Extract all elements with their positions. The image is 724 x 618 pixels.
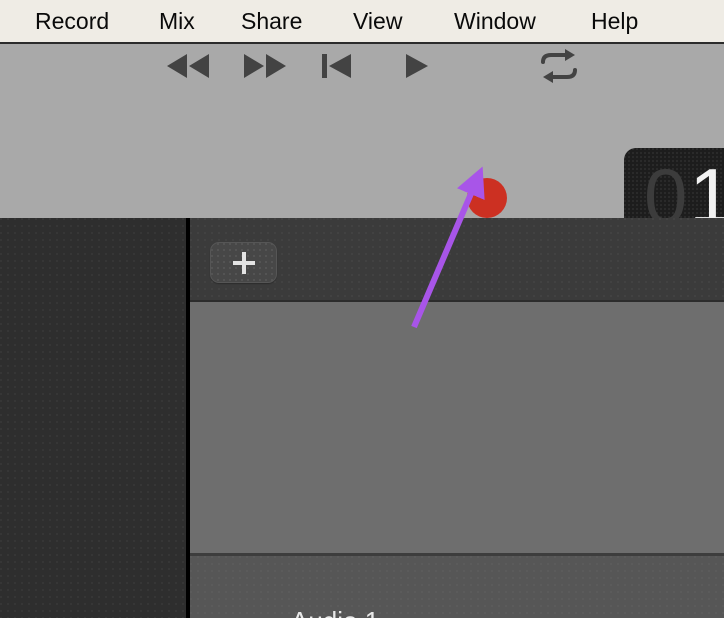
play-button[interactable] xyxy=(392,44,436,88)
track-name-label[interactable]: Audio 1 xyxy=(291,605,379,618)
fast-forward-button[interactable] xyxy=(240,44,292,88)
tracks-header-bar xyxy=(190,218,724,302)
cycle-button[interactable] xyxy=(535,44,583,88)
skip-back-icon xyxy=(322,54,351,78)
fast-forward-icon xyxy=(244,54,286,78)
menu-bar: Record Mix Share View Window Help xyxy=(0,0,724,44)
add-track-button[interactable] xyxy=(210,242,277,283)
loop-icon xyxy=(541,49,577,83)
transport-toolbar: 01 BAR xyxy=(0,44,724,248)
rewind-button[interactable] xyxy=(163,44,213,88)
plus-icon xyxy=(232,251,255,274)
menu-item-record[interactable]: Record xyxy=(35,7,109,35)
workspace: Audio 1 xyxy=(0,218,724,618)
track-row[interactable] xyxy=(190,302,724,556)
garageband-window: Record Mix Share View Window Help 01 xyxy=(0,0,724,618)
record-button[interactable] xyxy=(467,178,507,218)
menu-item-view[interactable]: View xyxy=(353,7,402,35)
go-to-beginning-button[interactable] xyxy=(315,44,359,88)
track-row-empty[interactable] xyxy=(190,556,724,618)
menu-item-help[interactable]: Help xyxy=(591,7,638,35)
rewind-icon xyxy=(167,54,209,78)
library-sidebar[interactable] xyxy=(0,218,186,618)
menu-item-share[interactable]: Share xyxy=(241,7,302,35)
track-list: Audio 1 xyxy=(190,302,724,618)
menu-item-window[interactable]: Window xyxy=(454,7,536,35)
menu-item-mix[interactable]: Mix xyxy=(159,7,195,35)
play-icon xyxy=(406,54,428,78)
